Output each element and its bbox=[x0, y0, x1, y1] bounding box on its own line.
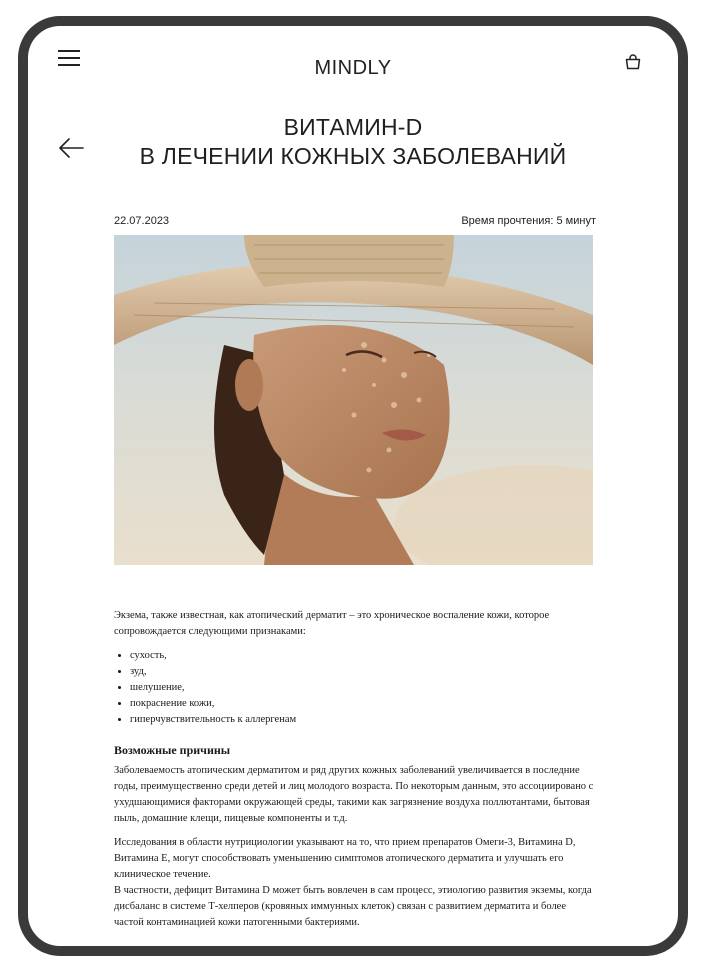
article-body: Экзема, также известная, как атопический… bbox=[114, 608, 594, 939]
title-line-2: В ЛЕЧЕНИИ КОЖНЫХ ЗАБОЛЕВАНИЙ bbox=[139, 143, 567, 169]
section-heading: Возможные причины bbox=[114, 743, 231, 757]
back-arrow-icon[interactable] bbox=[57, 136, 85, 160]
list-item: сухость, bbox=[130, 648, 594, 664]
top-bar: MINDLY bbox=[28, 26, 678, 90]
list-item: гиперчувствительность к аллергенам bbox=[130, 712, 594, 728]
symptoms-list: сухость, зуд, шелушение, покраснение кож… bbox=[114, 648, 594, 728]
intro-paragraph: Экзема, также известная, как атопический… bbox=[114, 610, 550, 637]
title-line-1: ВИТАМИН-D bbox=[283, 114, 423, 140]
brand-logo[interactable]: MINDLY bbox=[28, 57, 678, 80]
page-title: ВИТАМИН-D В ЛЕЧЕНИИ КОЖНЫХ ЗАБОЛЕВАНИЙ bbox=[108, 113, 598, 171]
reading-time: Время прочтения: 5 минут bbox=[461, 215, 596, 227]
list-item: шелушение, bbox=[130, 680, 594, 696]
tablet-frame: MINDLY ВИТАМИН-D В ЛЕЧЕНИИ КОЖНЫХ ЗАБОЛЕ… bbox=[18, 16, 688, 956]
hero-image bbox=[114, 235, 593, 565]
woman-in-straw-hat-photo bbox=[114, 235, 593, 565]
publish-date: 22.07.2023 bbox=[114, 215, 170, 227]
paragraph: Заболеваемость атопическим дерматитом и … bbox=[114, 765, 594, 824]
list-item: зуд, bbox=[130, 664, 594, 680]
shopping-bag-icon[interactable] bbox=[624, 53, 642, 71]
list-item: покраснение кожи, bbox=[130, 696, 594, 712]
paragraph: В частности, дефицит Витамина D может бы… bbox=[114, 885, 592, 928]
paragraph: Исследования в области нутрициологии ука… bbox=[114, 837, 576, 880]
